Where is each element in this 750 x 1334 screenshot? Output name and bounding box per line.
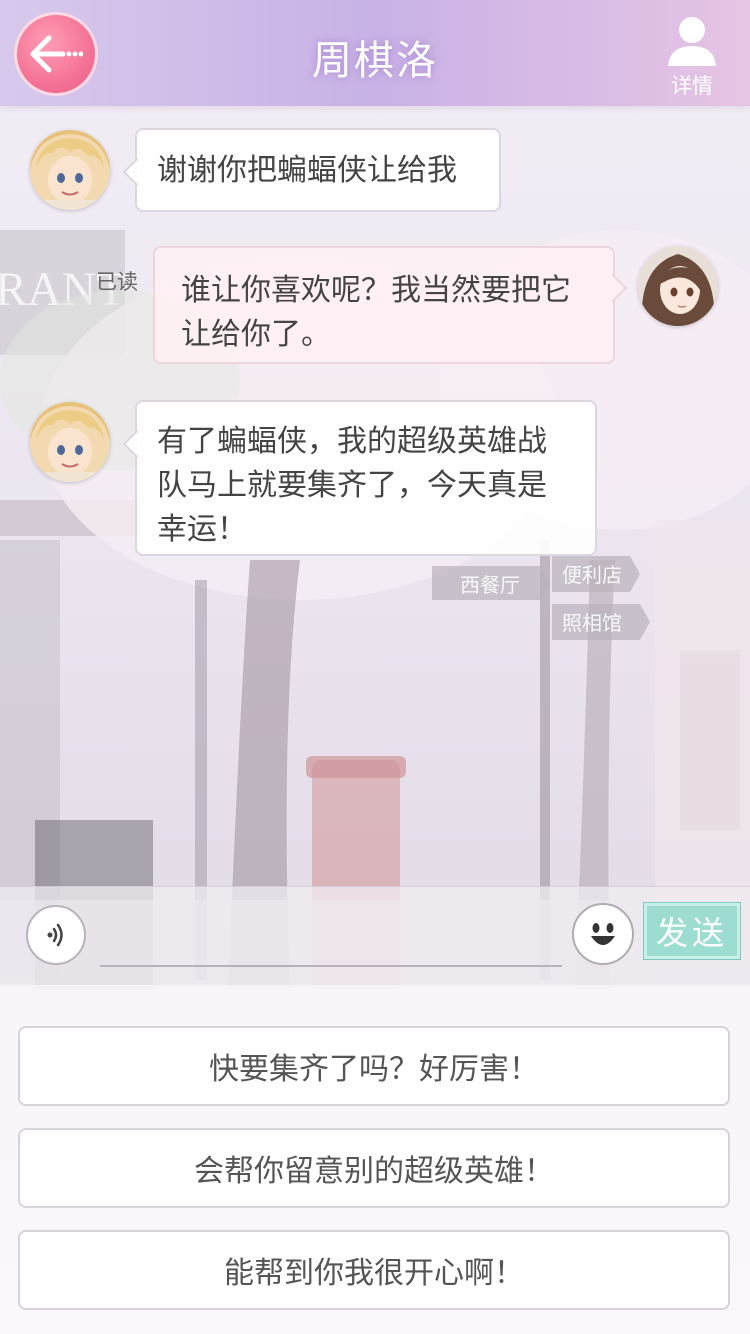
message-text-line: 有了蝙蝠侠，我的超级英雄战 xyxy=(157,424,547,459)
send-button[interactable]: 发送 xyxy=(644,903,740,959)
reply-options: 快要集齐了吗？好厉害！ 会帮你留意别的超级英雄！ 能帮到你我很开心啊！ xyxy=(0,985,750,1334)
smiley-icon xyxy=(591,923,615,945)
sign-photo: 照相馆 xyxy=(562,611,622,635)
message-text-line: 让给你了。 xyxy=(181,317,331,352)
top-bar: 周棋洛 详情 xyxy=(0,0,750,106)
message-bubble-self: 谁让你喜欢呢？我当然要把它 让给你了。 xyxy=(153,246,628,364)
message-bubble-contact-2: 有了蝙蝠侠，我的超级英雄战 队马上就要集齐了，今天真是 幸运！ xyxy=(122,400,597,556)
sign-restaurant: 西餐厅 xyxy=(460,573,520,597)
contact-avatar[interactable] xyxy=(30,402,110,482)
message-bubble-contact-1: 谢谢你把蝙蝠侠让给我 xyxy=(122,128,501,212)
reply-option-3[interactable]: 能帮到你我很开心啊！ xyxy=(18,1230,730,1310)
input-bar: 发送 xyxy=(0,886,750,985)
self-avatar[interactable] xyxy=(638,246,718,326)
sign-store: 便利店 xyxy=(562,563,622,587)
profile-icon xyxy=(668,17,716,66)
reply-option-1[interactable]: 快要集齐了吗？好厉害！ xyxy=(18,1026,730,1106)
page-title: 周棋洛 xyxy=(312,38,438,84)
message-text-line: 谁让你喜欢呢？我当然要把它 xyxy=(181,273,571,308)
message-text-line: 幸运！ xyxy=(157,512,247,547)
voice-icon xyxy=(47,923,63,947)
message-input[interactable] xyxy=(100,965,562,967)
emoji-button[interactable] xyxy=(572,903,634,965)
contact-avatar[interactable] xyxy=(30,130,110,210)
reply-option-2[interactable]: 会帮你留意别的超级英雄！ xyxy=(18,1128,730,1208)
detail-label: 详情 xyxy=(671,74,713,98)
read-status: 已读 xyxy=(96,270,138,294)
message-text-line: 队马上就要集齐了，今天真是 xyxy=(157,468,547,503)
voice-button[interactable] xyxy=(26,905,86,965)
message-text-line: 谢谢你把蝙蝠侠让给我 xyxy=(157,153,457,188)
detail-button[interactable]: 详情 xyxy=(652,10,732,100)
